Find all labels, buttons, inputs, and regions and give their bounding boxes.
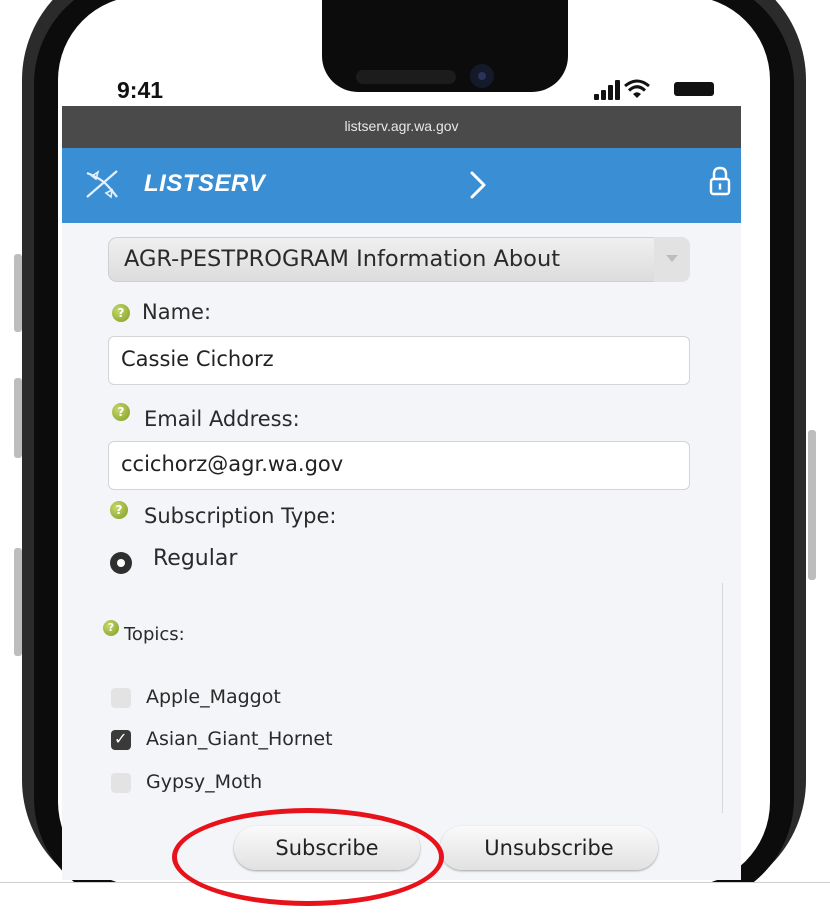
phone-side-button (14, 254, 22, 332)
listserv-header: LISTSERV (62, 148, 741, 223)
chevron-right-icon[interactable] (470, 171, 486, 199)
camera-icon (470, 64, 494, 88)
subscription-type-label: Subscription Type: (144, 504, 337, 528)
browser-url-bar[interactable]: listserv.agr.wa.gov (62, 106, 741, 148)
topic-label-apple-maggot: Apple_Maggot (146, 686, 281, 708)
name-field[interactable]: Cassie Cichorz (108, 336, 690, 385)
regular-radio[interactable] (110, 552, 132, 574)
status-time: 9:41 (117, 77, 164, 103)
lock-icon[interactable] (709, 166, 731, 196)
list-select-value: AGR-PESTPROGRAM Information About (124, 246, 561, 272)
name-label: Name: (142, 300, 212, 324)
listserv-brand[interactable]: LISTSERV (144, 170, 265, 198)
help-icon[interactable]: ? (103, 620, 119, 636)
help-icon[interactable]: ? (112, 304, 130, 322)
name-field-value: Cassie Cichorz (121, 347, 274, 371)
status-icons (594, 78, 722, 100)
highlight-ellipse (172, 808, 444, 906)
speaker-icon (356, 70, 456, 84)
topics-label: Topics: (124, 624, 185, 645)
list-select[interactable]: AGR-PESTPROGRAM Information About (108, 237, 690, 282)
phone-side-button (808, 430, 816, 580)
wifi-icon (624, 79, 650, 98)
topic-checkbox-apple-maggot[interactable] (111, 688, 131, 708)
unsubscribe-button[interactable]: Unsubscribe (440, 826, 658, 870)
regular-radio-label: Regular (153, 546, 238, 571)
email-field-value: ccichorz@agr.wa.gov (121, 452, 344, 476)
topic-label-gypsy-moth: Gypsy_Moth (146, 771, 263, 793)
topic-checkbox-gypsy-moth[interactable] (111, 773, 131, 793)
email-label: Email Address: (144, 407, 300, 431)
phone-side-button (14, 378, 22, 458)
topic-checkbox-asian-giant-hornet[interactable] (111, 729, 131, 750)
email-field[interactable]: ccichorz@agr.wa.gov (108, 441, 690, 490)
topics-panel-border (722, 583, 723, 813)
chevron-down-icon[interactable] (654, 237, 690, 282)
topic-label-asian-giant-hornet: Asian_Giant_Hornet (146, 728, 333, 750)
listserv-logo-icon (86, 170, 118, 199)
phone-side-button (14, 548, 22, 656)
battery-icon (674, 82, 714, 96)
help-icon[interactable]: ? (112, 403, 130, 421)
help-icon[interactable]: ? (110, 501, 128, 519)
